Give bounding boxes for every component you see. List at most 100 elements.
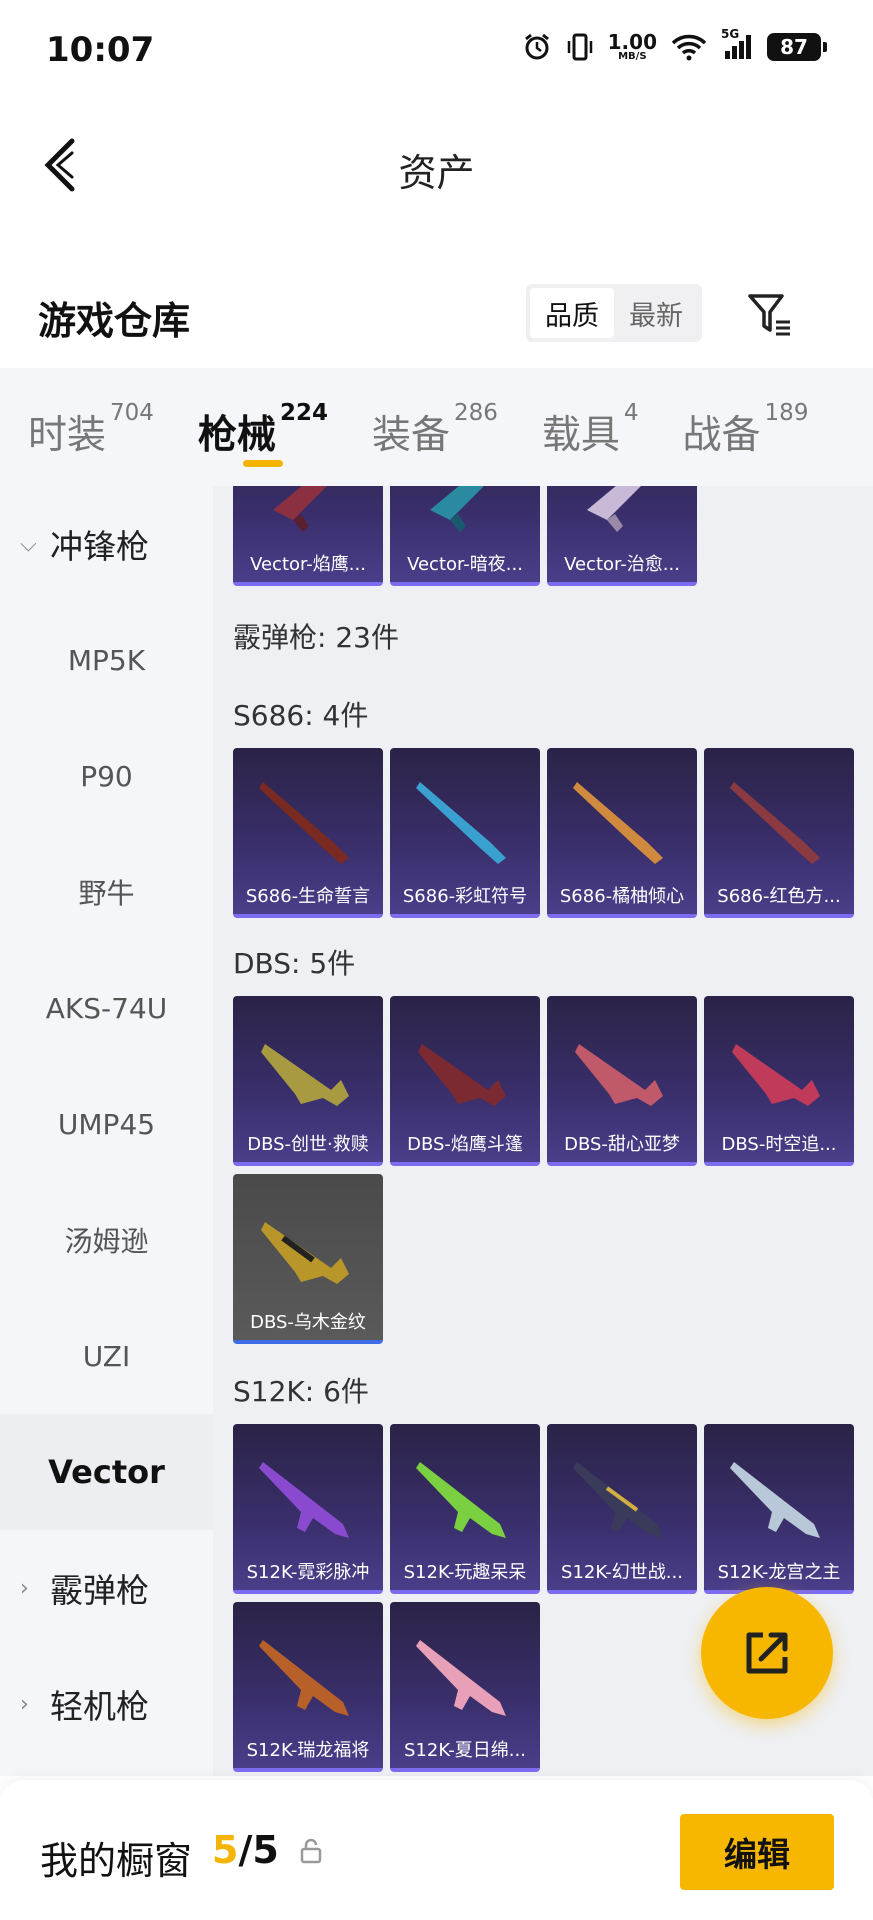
showcase-label: 我的橱窗 [40,1839,193,1883]
vibrate-icon [566,32,594,62]
skin-card[interactable]: S686-生命誓言 [233,748,383,918]
sidebar-item-vector[interactable]: Vector [0,1414,213,1530]
net-speed-unit: MB/S [618,51,647,62]
sidebar-item-mp5k[interactable]: MP5K [0,602,213,718]
filter-icon [748,294,790,336]
sidebar-item-aks74u[interactable]: AKS-74U [0,950,213,1066]
skin-card-label: S12K-夏日绵... [404,1740,526,1761]
tab-label: 载具 [541,413,620,458]
gun-image [730,782,820,864]
nav-bar: 资产 [0,110,873,220]
sidebar-item-ump45[interactable]: UMP45 [0,1066,213,1182]
tab-count: 4 [623,400,639,426]
sidebar-item-shotgun[interactable]: › 霰弹枪 [0,1530,213,1646]
skin-card[interactable]: S12K-幻世战... [547,1424,697,1594]
net-speed-value: 1.00 [607,30,657,54]
skin-card[interactable]: DBS-创世·救赎 [233,996,383,1166]
gun-image [732,1044,820,1106]
sidebar-item-label: 霰弹枪 [50,1571,149,1610]
gun-image [261,1222,349,1284]
sidebar-item-p90[interactable]: P90 [0,718,213,834]
status-icons: 1.00 MB/S 5G 87 [522,27,827,62]
skin-card-label: S686-生命誓言 [245,886,371,907]
skin-card-label: Vector-焰鹰... [250,554,366,575]
tab-label: 战备 [682,413,761,458]
gun-image [418,1044,506,1106]
gun-image [273,486,327,532]
skin-card[interactable]: DBS-乌木金纹 [233,1174,383,1344]
sort-latest-option[interactable]: 最新 [614,288,698,338]
skin-card[interactable]: S12K-瑞龙福将 [233,1602,383,1772]
sidebar-item-lmg[interactable]: › 轻机枪 [0,1646,213,1762]
skin-card[interactable]: Vector-焰鹰... [233,486,383,586]
skin-card[interactable]: S686-彩虹符号 [390,748,540,918]
skin-card-label: S12K-霓彩脉冲 [246,1562,370,1583]
skin-card-label: DBS-乌木金纹 [250,1312,366,1333]
battery-indicator: 87 [767,33,827,61]
skin-card-label: S12K-玩趣呆呆 [403,1562,527,1583]
skin-card-label: S12K-瑞龙福将 [246,1740,370,1761]
tab-supplies[interactable]: 战备 189 [683,368,809,486]
skin-card[interactable]: S686-橘柚倾心 [547,748,697,918]
skin-card[interactable]: S12K-夏日绵... [390,1602,540,1772]
filter-button[interactable] [742,286,798,342]
skin-card-label: S686-红色方... [717,886,841,907]
skin-card[interactable]: Vector-治愈... [547,486,697,586]
sort-quality-option[interactable]: 品质 [530,288,614,338]
sidebar-item-label: 冲锋枪 [50,527,149,566]
share-button[interactable] [701,1587,833,1719]
active-tab-indicator [242,460,283,467]
tab-equipment[interactable]: 装备 286 [372,368,498,486]
sidebar-item-uzi[interactable]: UZI [0,1298,213,1414]
gun-image [416,782,506,864]
edit-button[interactable]: 编辑 [680,1814,834,1890]
tab-vehicles[interactable]: 载具 4 [542,368,639,486]
tab-label: 时装 [28,413,107,458]
alarm-icon [522,32,552,62]
gun-image [575,1044,663,1106]
skin-card-label: DBS-甜心亚梦 [564,1134,680,1155]
weapon-group-header: S12K: 6件 [233,1375,369,1408]
tab-label: 枪械 [197,413,276,458]
weapon-type-sidebar: ⌵ 冲锋枪 MP5K P90 野牛 AKS-74U UMP45 汤姆逊 UZI … [0,486,213,1776]
section-header: 游戏仓库 品质 最新 [0,270,873,360]
skin-card-label: S686-橘柚倾心 [559,886,685,907]
skin-card[interactable]: S686-红色方... [704,748,854,918]
weapon-skin-grid: Vector-焰鹰... Vector-暗夜... Vector-治愈... 霰… [213,486,873,1776]
sidebar-item-thompson[interactable]: 汤姆逊 [0,1182,213,1298]
tab-count: 189 [764,400,809,426]
weapon-group-header: S686: 4件 [233,699,369,732]
skin-card[interactable]: S12K-霓彩脉冲 [233,1424,383,1594]
skin-card[interactable]: DBS-甜心亚梦 [547,996,697,1166]
sidebar-item-smg[interactable]: ⌵ 冲锋枪 [0,486,213,602]
skin-card[interactable]: DBS-时空追... [704,996,854,1166]
share-icon [746,1632,788,1674]
gun-image [730,1462,820,1538]
gun-image [259,1462,349,1538]
chevron-right-icon: › [20,1691,29,1717]
skin-card-label: DBS-创世·救赎 [247,1134,369,1155]
skin-card[interactable]: Vector-暗夜... [390,486,540,586]
skin-card-label: S686-彩虹符号 [402,886,528,907]
tab-firearms[interactable]: 枪械 224 [198,368,328,486]
skin-card-label: DBS-焰鹰斗篷 [407,1134,523,1155]
chevron-right-icon: › [20,1575,29,1601]
net-speed: 1.00 MB/S [608,32,657,62]
gun-image [259,1640,349,1716]
skin-card[interactable]: S12K-玩趣呆呆 [390,1424,540,1594]
tab-count: 286 [453,400,498,426]
section-title: 游戏仓库 [38,299,191,343]
gun-image [259,782,349,864]
skin-card-label: Vector-暗夜... [407,554,523,575]
showcase-bar: 我的橱窗 5/5 编辑 [0,1780,873,1920]
tab-fashion[interactable]: 时装 704 [28,368,154,486]
page-title: 资产 [398,151,475,195]
network-label: 5G [721,27,740,41]
gun-image [573,782,663,864]
tab-count: 704 [110,400,154,426]
skin-card[interactable]: S12K-龙宫之主 [704,1424,854,1594]
weapon-group-header: DBS: 5件 [233,947,356,980]
gun-image [430,486,484,532]
skin-card[interactable]: DBS-焰鹰斗篷 [390,996,540,1166]
sidebar-item-bizon[interactable]: 野牛 [0,834,213,950]
